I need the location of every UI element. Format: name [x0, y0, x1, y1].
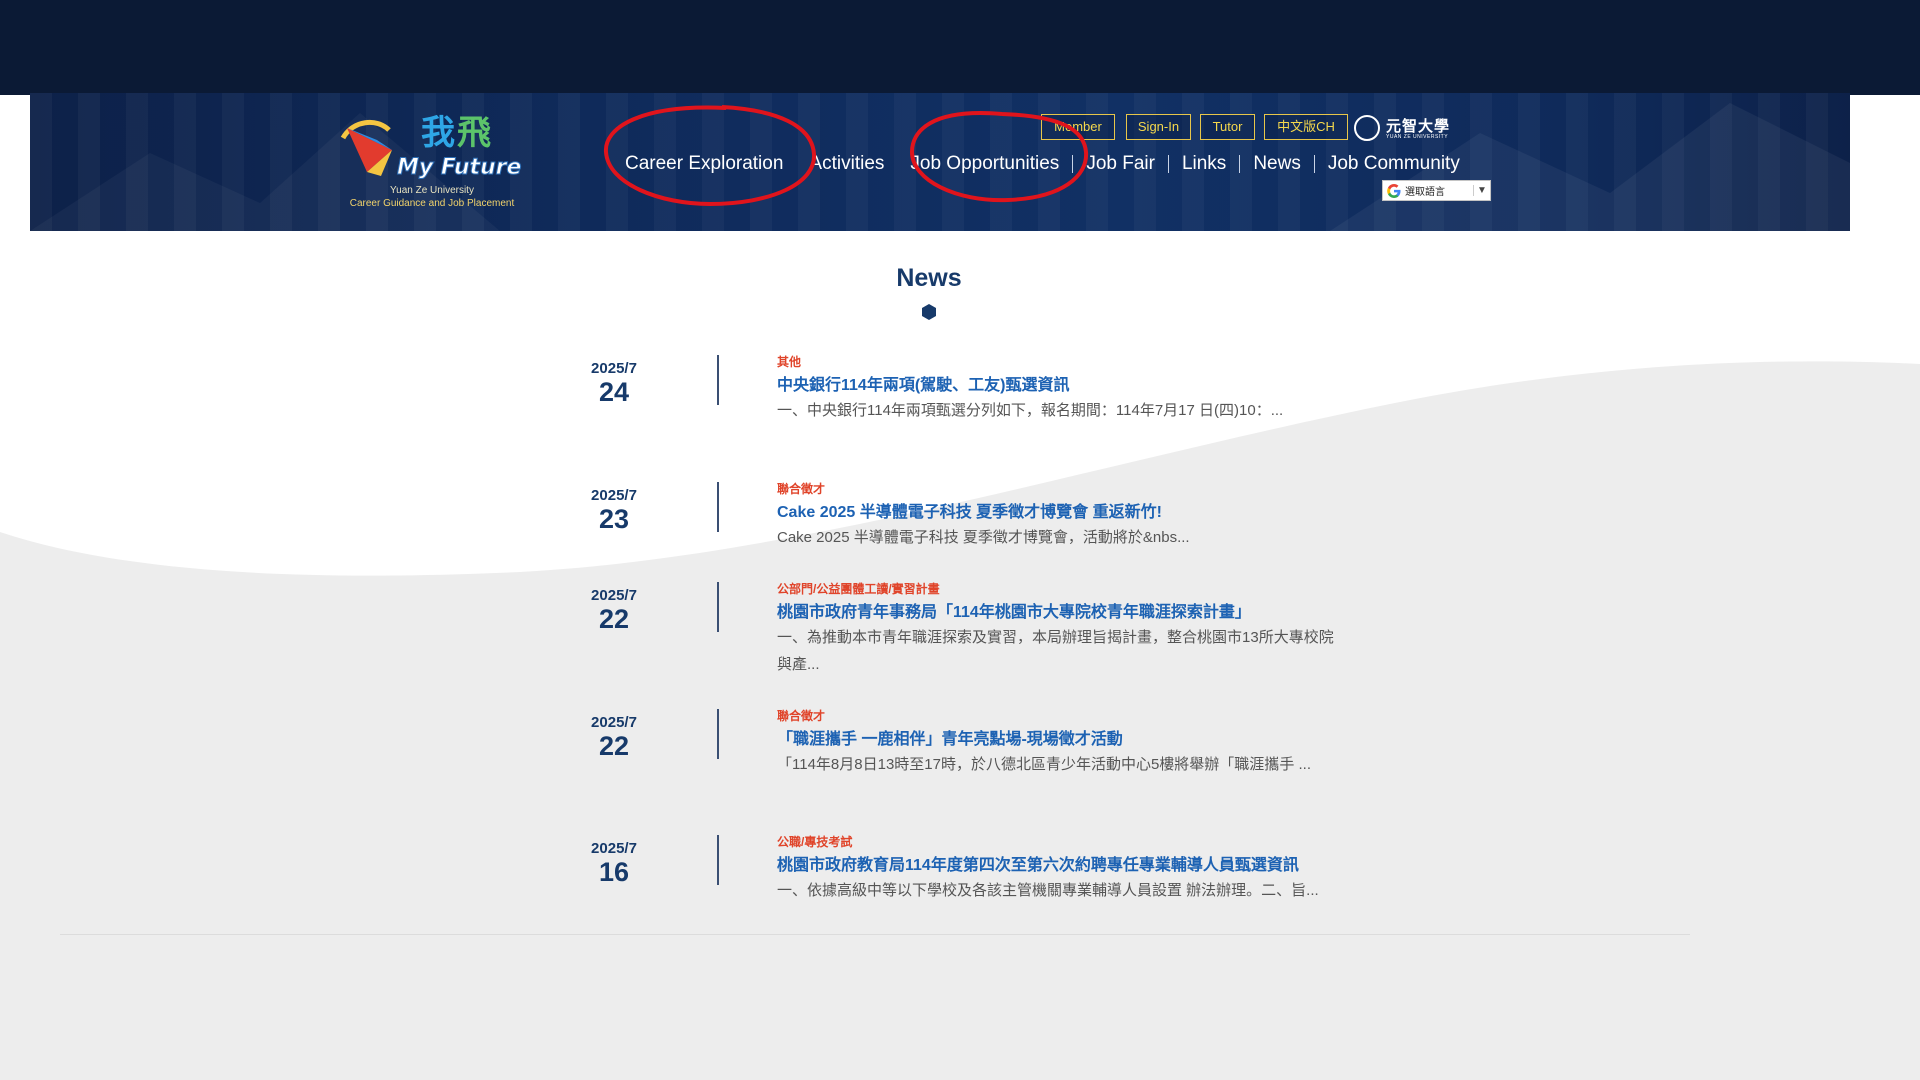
- news-day: 22: [598, 731, 630, 761]
- news-item[interactable]: 2025/7 24 其他 中央銀行114年兩項(駕駛、工友)甄選資訊 一、中央銀…: [570, 355, 1330, 470]
- news-headline[interactable]: 桃園市政府教育局114年度第四次至第六次約聘專任專業輔導人員甄選資訊: [777, 851, 1299, 875]
- news-year-month: 2025/7: [591, 587, 637, 604]
- news-category[interactable]: 其他: [777, 353, 801, 370]
- sign-in-button[interactable]: Sign-In: [1126, 114, 1191, 140]
- nav-separator: [1167, 155, 1169, 173]
- news-day: 22: [598, 604, 630, 634]
- news-day: 24: [598, 377, 630, 407]
- news-category[interactable]: 聯合徵才: [777, 480, 825, 497]
- logo-line-university: Yuan Ze University: [390, 185, 474, 196]
- news-category[interactable]: 公職/專技考試: [777, 833, 852, 850]
- news-excerpt: 「114年8月8日13時至17時，於八德北區青少年活動中心5樓將舉辦「職涯攜手 …: [777, 756, 1311, 773]
- section-title: News: [896, 264, 962, 292]
- news-category[interactable]: 公部門/公益團體工讀/實習計畫: [777, 580, 940, 597]
- news-day: 16: [598, 857, 630, 887]
- svg-text:我: 我: [421, 113, 455, 153]
- member-button[interactable]: Member: [1041, 114, 1115, 140]
- site-logo[interactable]: 我 飛 My Future Yuan Ze University Career …: [337, 110, 527, 214]
- nav-activities[interactable]: Activities: [809, 153, 884, 175]
- nav-job-opportunities[interactable]: Job Opportunities: [910, 153, 1059, 175]
- news-year-month: 2025/7: [591, 360, 637, 377]
- nav-job-fair[interactable]: Job Fair: [1086, 153, 1155, 175]
- news-excerpt: 一、為推動本市青年職涯探索及實習，本局辦理旨揭計畫，整合桃園市13所大專校院與產…: [777, 629, 1334, 673]
- translate-widget[interactable]: 選取語言 ▼: [1382, 180, 1491, 201]
- nav-career-exploration[interactable]: Career Exploration: [625, 153, 783, 175]
- news-headline[interactable]: Cake 2025 半導體電子科技 夏季徵才博覽會 重返新竹!: [777, 498, 1162, 522]
- news-item[interactable]: 2025/7 22 公部門/公益團體工讀/實習計畫 桃園市政府青年事務局「114…: [570, 582, 1334, 697]
- news-excerpt: Cake 2025 半導體電子科技 夏季徵才博覽會，活動將於&nbs...: [777, 529, 1190, 546]
- nav-separator: [1072, 155, 1074, 173]
- news-excerpt: 一、依據高級中等以下學校及各該主管機關專業輔導人員設置 辦法辦理。二、旨...: [777, 882, 1319, 899]
- news-divider: [717, 355, 719, 405]
- nav-separator: [1313, 155, 1315, 173]
- google-icon: [1387, 183, 1401, 198]
- news-divider: [717, 709, 719, 759]
- main-nav: Career Exploration Activities Job Opport…: [625, 150, 1460, 178]
- news-year-month: 2025/7: [591, 840, 637, 857]
- chevron-down-icon: ▼: [1473, 185, 1490, 196]
- university-name: 元智大學: [1386, 118, 1451, 135]
- translate-label: 選取語言: [1405, 187, 1445, 198]
- logo-art: 我 飛 My Future: [340, 113, 522, 180]
- news-day: 23: [598, 504, 630, 534]
- news-item[interactable]: 2025/7 23 聯合徵才 Cake 2025 半導體電子科技 夏季徵才博覽會…: [570, 482, 1330, 597]
- news-divider: [717, 835, 719, 885]
- nav-separator: [1239, 155, 1241, 173]
- nav-news[interactable]: News: [1253, 153, 1301, 175]
- university-subname: YUAN ZE UNIVERSITY: [1386, 134, 1449, 140]
- nav-links[interactable]: Links: [1182, 153, 1226, 175]
- logo-line-department: Career Guidance and Job Placement: [349, 198, 515, 209]
- news-year-month: 2025/7: [591, 714, 637, 731]
- news-headline[interactable]: 桃園市政府青年事務局「114年桃園市大專院校青年職涯探索計畫」: [777, 598, 1251, 622]
- news-divider: [717, 482, 719, 532]
- svg-text:My Future: My Future: [397, 155, 522, 180]
- news-headline[interactable]: 中央銀行114年兩項(駕駛、工友)甄選資訊: [777, 371, 1069, 395]
- svg-text:飛: 飛: [457, 113, 491, 153]
- news-headline[interactable]: 「職涯攜手 一鹿相伴」青年亮點場-現場徵才活動: [777, 725, 1123, 749]
- tutor-button[interactable]: Tutor: [1200, 114, 1255, 140]
- section-divider: [60, 934, 1690, 935]
- university-logo[interactable]: 元智大學 YUAN ZE UNIVERSITY: [1354, 115, 1454, 143]
- chinese-version-button[interactable]: 中文版CH: [1264, 114, 1348, 140]
- news-item[interactable]: 2025/7 22 聯合徵才 「職涯攜手 一鹿相伴」青年亮點場-現場徵才活動 「…: [570, 709, 1330, 824]
- top-band: [0, 0, 1920, 95]
- news-year-month: 2025/7: [591, 487, 637, 504]
- news-category[interactable]: 聯合徵才: [777, 707, 825, 724]
- news-divider: [717, 582, 719, 632]
- university-seal-icon: [1354, 115, 1380, 141]
- hexagon-icon: [922, 304, 936, 320]
- nav-job-community[interactable]: Job Community: [1328, 153, 1460, 175]
- news-excerpt: 一、中央銀行114年兩項甄選分列如下，報名期間：114年7月17 日(四)10：…: [777, 402, 1284, 419]
